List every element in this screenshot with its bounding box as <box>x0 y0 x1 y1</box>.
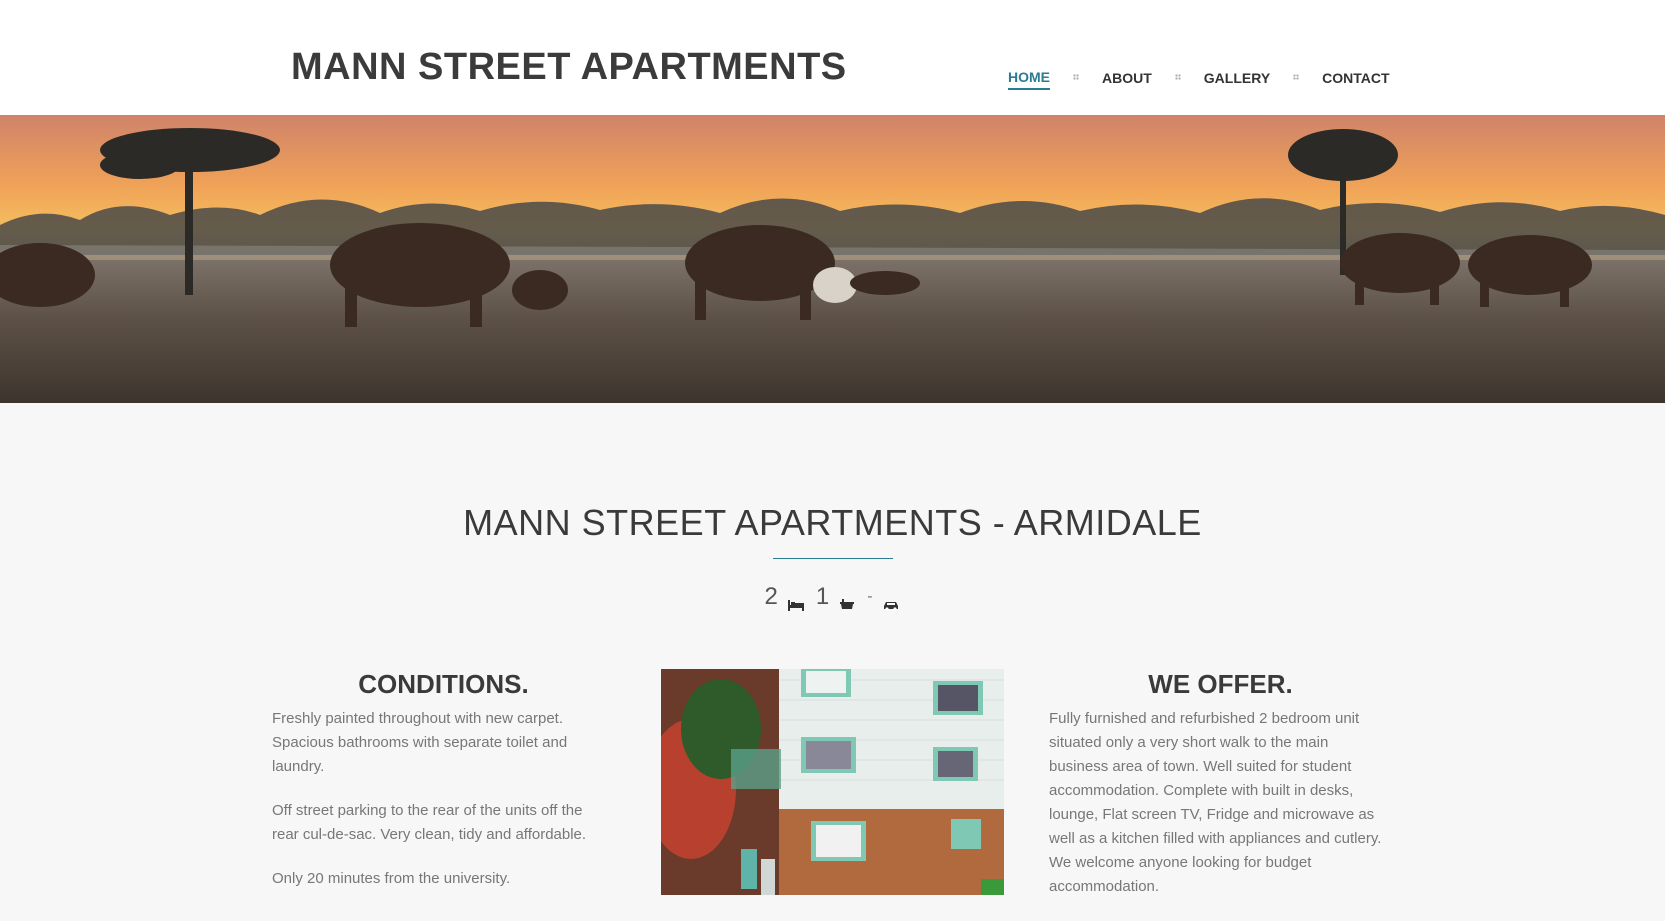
bath-icon <box>839 590 857 609</box>
offer-heading: WE OFFER. <box>1148 669 1293 699</box>
apartment-building-photo <box>661 669 1004 895</box>
sunset-cattle-photo <box>0 115 1665 403</box>
nav-gallery[interactable]: GALLERY <box>1204 70 1270 89</box>
heading-divider <box>773 558 893 559</box>
nav-separator <box>1073 74 1079 80</box>
nav-separator <box>1174 74 1181 80</box>
hero-banner-image <box>0 115 1665 403</box>
main-nav: HOME ABOUT GALLERY CONTACT <box>1008 68 1390 90</box>
nav-home[interactable]: HOME <box>1008 69 1050 90</box>
property-features: 2 1 - <box>0 583 1665 611</box>
site-header: MANN STREET APARTMENTS HOME ABOUT GALLER… <box>0 0 1665 115</box>
bathroom-count: 1 <box>815 583 830 610</box>
conditions-heading: CONDITIONS. <box>358 669 529 699</box>
apartment-photo <box>661 669 1004 895</box>
offer-paragraph: Fully furnished and refurbished 2 bedroo… <box>1049 710 1382 895</box>
bed-icon <box>787 590 806 611</box>
conditions-paragraph: Freshly painted throughout with new carp… <box>272 710 568 775</box>
car-icon <box>883 590 901 611</box>
conditions-paragraph: Off street parking to the rear of the un… <box>272 802 587 843</box>
offer-text: Fully furnished and refurbished 2 bedroo… <box>1049 707 1389 919</box>
conditions-text: Freshly painted throughout with new carp… <box>272 707 602 911</box>
conditions-paragraph: Only 20 minutes from the university. <box>272 870 511 887</box>
nav-contact[interactable]: CONTACT <box>1322 70 1389 89</box>
page-heading: MANN STREET APARTMENTS - ARMIDALE <box>463 502 1202 543</box>
nav-about[interactable]: ABOUT <box>1102 70 1152 89</box>
bedroom-count: 2 <box>764 583 778 610</box>
parking-count: - <box>867 588 873 605</box>
nav-separator <box>1293 74 1300 80</box>
site-title[interactable]: MANN STREET APARTMENTS <box>291 46 847 89</box>
